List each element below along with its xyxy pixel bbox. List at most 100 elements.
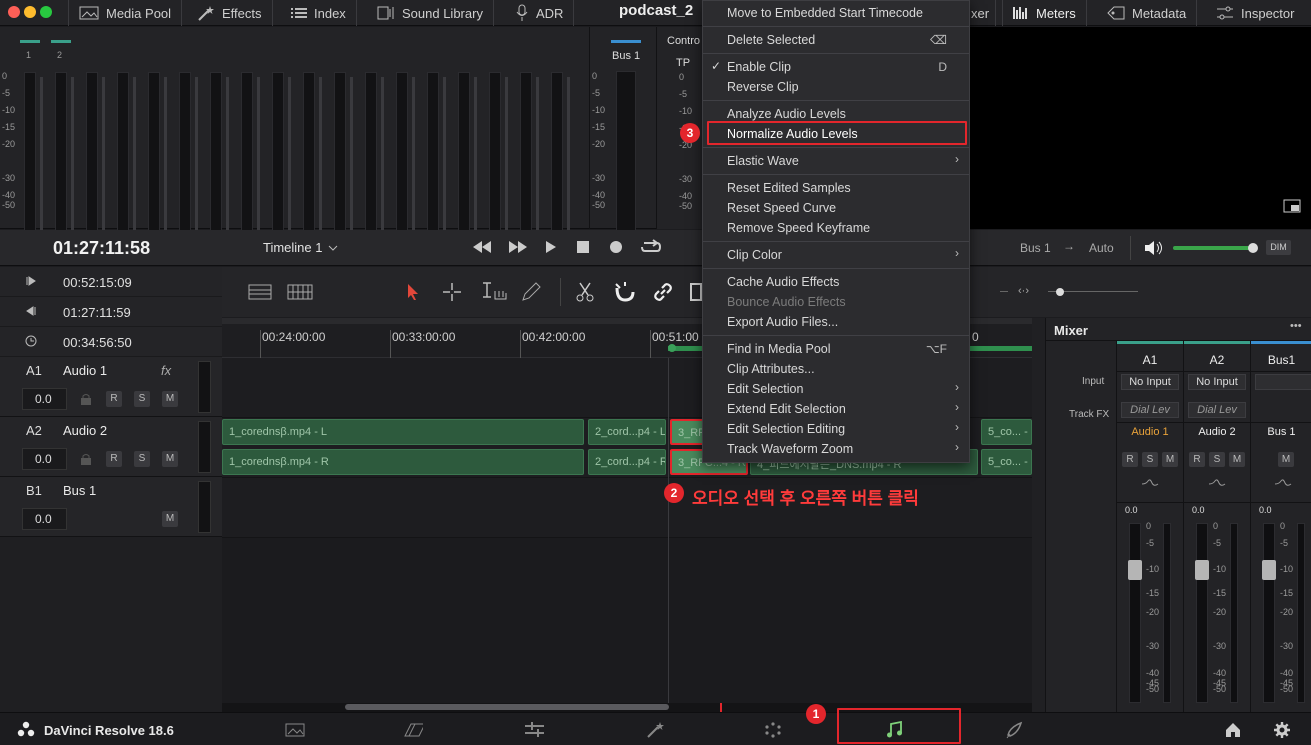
menu-item-export-audio-files[interactable]: Export Audio Files... xyxy=(727,315,838,329)
channel-fader[interactable] xyxy=(1129,523,1141,703)
timeline-selector[interactable]: Timeline 1 xyxy=(263,240,338,255)
record-arm-button[interactable]: R xyxy=(106,391,122,407)
audio-clip-2-r[interactable]: 2_cord...p4 - R xyxy=(588,449,666,475)
track-header-a2[interactable]: A2 Audio 2 0.0 R S M xyxy=(0,417,222,477)
fx-icon[interactable]: fx xyxy=(161,363,171,378)
rewind-icon[interactable] xyxy=(472,240,492,254)
track-name[interactable]: Audio 2 xyxy=(63,423,107,438)
zoom-arrows-icon[interactable]: ‹·› xyxy=(1018,285,1029,297)
solo-button[interactable]: S xyxy=(134,391,150,407)
audio-clip-5-r[interactable]: 5_co... - R xyxy=(981,449,1032,475)
menu-item-edit-selection[interactable]: Edit Selection xyxy=(727,382,803,396)
ruler-range-handle[interactable] xyxy=(668,344,676,352)
mute-button[interactable]: M xyxy=(1162,452,1178,467)
cut-page-icon[interactable] xyxy=(403,721,423,739)
tab-adr[interactable]: ADR xyxy=(505,0,575,26)
audio-clip-1-r[interactable]: 1_corednsβ.mp4 - R xyxy=(222,449,584,475)
home-icon[interactable] xyxy=(1224,721,1244,739)
solo-button[interactable]: S xyxy=(1209,452,1225,467)
track-fx-slot-a2[interactable]: Dial Lev xyxy=(1188,402,1246,418)
lock-icon[interactable] xyxy=(80,453,92,465)
track-volume-field[interactable]: 0.0 xyxy=(22,508,67,530)
menu-item-cache-audio-effects[interactable]: Cache Audio Effects xyxy=(727,275,839,289)
menu-item-move-to-embedded-start-timecode[interactable]: Move to Embedded Start Timecode xyxy=(727,6,923,20)
input-select-a1[interactable]: No Input xyxy=(1121,374,1179,390)
track-volume-field[interactable]: 0.0 xyxy=(22,388,67,410)
stop-icon[interactable] xyxy=(577,241,589,253)
channel-fader[interactable] xyxy=(1263,523,1275,703)
tab-sound-library[interactable]: Sound Library xyxy=(367,0,494,26)
menu-item-enable-clip[interactable]: Enable Clip xyxy=(727,60,791,74)
speaker-volume-icon[interactable] xyxy=(1144,240,1164,256)
tab-meters[interactable]: Meters xyxy=(1002,0,1087,26)
audio-clip-1-l[interactable]: 1_corednsβ.mp4 - L xyxy=(222,419,584,445)
eq-curve-icon[interactable] xyxy=(1208,478,1226,488)
eq-curve-icon[interactable] xyxy=(1274,478,1292,488)
mute-button[interactable]: M xyxy=(162,511,178,527)
menu-item-reset-edited-samples[interactable]: Reset Edited Samples xyxy=(727,181,851,195)
edit-page-icon[interactable] xyxy=(524,721,544,739)
channel-fader[interactable] xyxy=(1196,523,1208,703)
timeline-vertical-scroll[interactable] xyxy=(1032,318,1045,712)
volume-slider-knob[interactable] xyxy=(1248,243,1258,253)
mute-button[interactable]: M xyxy=(162,451,178,467)
fader-knob[interactable] xyxy=(1262,560,1276,580)
zoom-slider-knob[interactable] xyxy=(1056,288,1064,296)
fusion-page-icon[interactable] xyxy=(645,721,665,739)
menu-item-analyze-audio-levels[interactable]: Analyze Audio Levels xyxy=(727,107,846,121)
minimize-window-button[interactable] xyxy=(24,6,36,18)
track-name[interactable]: Bus 1 xyxy=(63,483,96,498)
track-header-b1[interactable]: B1 Bus 1 0.0 M xyxy=(0,477,222,537)
bus-mode[interactable]: Auto xyxy=(1089,241,1114,255)
menu-item-clip-attributes[interactable]: Clip Attributes... xyxy=(727,362,815,376)
track-name[interactable]: Audio 1 xyxy=(63,363,107,378)
tab-media-pool[interactable]: Media Pool xyxy=(68,0,183,26)
grid-view-icon[interactable] xyxy=(287,284,313,300)
tab-inspector[interactable]: Inspector xyxy=(1206,0,1304,26)
mute-button[interactable]: M xyxy=(1278,452,1294,467)
tab-effects[interactable]: Effects xyxy=(187,0,273,26)
loop-icon[interactable] xyxy=(640,239,662,255)
tab-index[interactable]: Index xyxy=(281,0,357,26)
audio-clip-5-l[interactable]: 5_co... - L xyxy=(981,419,1032,445)
media-page-icon[interactable] xyxy=(285,721,305,739)
close-window-button[interactable] xyxy=(8,6,20,18)
fast-forward-icon[interactable] xyxy=(508,240,528,254)
tab-metadata[interactable]: Metadata xyxy=(1097,0,1198,26)
track-fx-slot-a1[interactable]: Dial Lev xyxy=(1121,402,1179,418)
snapping-magnet-icon[interactable] xyxy=(613,281,635,303)
fader-knob[interactable] xyxy=(1195,560,1209,580)
menu-item-reverse-clip[interactable]: Reverse Clip xyxy=(727,80,799,94)
menu-item-find-in-media-pool[interactable]: Find in Media Pool xyxy=(727,342,831,356)
menu-item-delete-selected[interactable]: Delete Selected xyxy=(727,33,815,47)
solo-button[interactable]: S xyxy=(1142,452,1158,467)
menu-item-track-waveform-zoom[interactable]: Track Waveform Zoom xyxy=(727,442,853,456)
mute-button[interactable]: M xyxy=(1229,452,1245,467)
bus-route[interactable]: Bus 1 xyxy=(1020,241,1051,255)
more-options-icon[interactable]: ••• xyxy=(1290,320,1302,332)
record-arm-button[interactable]: R xyxy=(1189,452,1205,467)
audio-clip-2-l[interactable]: 2_cord...p4 - L xyxy=(588,419,666,445)
record-icon[interactable] xyxy=(609,240,623,254)
lock-icon[interactable] xyxy=(80,393,92,405)
scrollbar-thumb[interactable] xyxy=(345,704,669,710)
fader-knob[interactable] xyxy=(1128,560,1142,580)
range-select-icon[interactable] xyxy=(442,282,462,302)
menu-item-extend-edit-selection[interactable]: Extend Edit Selection xyxy=(727,402,846,416)
menu-item-elastic-wave[interactable]: Elastic Wave xyxy=(727,154,799,168)
linked-selection-icon[interactable] xyxy=(652,281,674,303)
menu-item-reset-speed-curve[interactable]: Reset Speed Curve xyxy=(727,201,836,215)
pencil-draw-icon[interactable] xyxy=(520,281,542,303)
solo-button[interactable]: S xyxy=(134,451,150,467)
selection-arrow-icon[interactable] xyxy=(406,283,420,301)
mute-button[interactable]: M xyxy=(162,391,178,407)
menu-item-clip-color[interactable]: Clip Color xyxy=(727,248,782,262)
eq-curve-icon[interactable] xyxy=(1141,478,1159,488)
volume-slider[interactable] xyxy=(1173,246,1253,250)
track-volume-field[interactable]: 0.0 xyxy=(22,448,67,470)
gear-icon[interactable] xyxy=(1273,721,1293,739)
menu-item-remove-speed-keyframe[interactable]: Remove Speed Keyframe xyxy=(727,221,870,235)
zoom-window-button[interactable] xyxy=(40,6,52,18)
play-icon[interactable] xyxy=(545,240,557,254)
timeline-view-icon[interactable] xyxy=(248,284,272,300)
